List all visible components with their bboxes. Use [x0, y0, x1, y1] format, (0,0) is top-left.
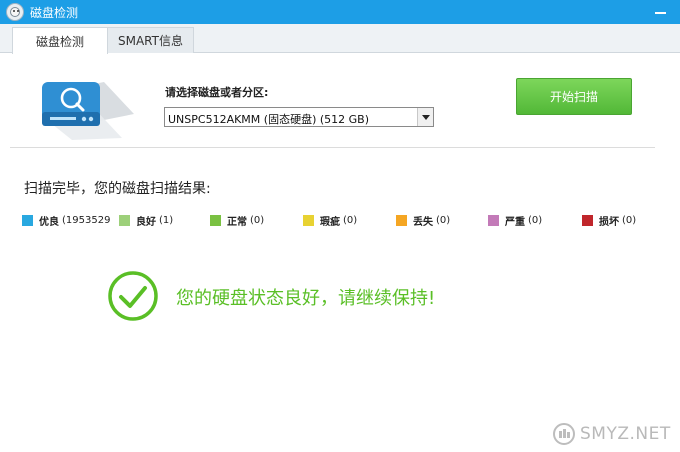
legend-label: 优良: [39, 216, 59, 228]
disk-check-window: 磁盘检测 磁盘检测 SMART信息 请选择磁盘或者分区: UNSPC512AKM…: [0, 0, 680, 452]
legend-count: (0): [250, 214, 265, 226]
legend-swatch: [210, 214, 221, 226]
legend-count: (0): [343, 214, 358, 226]
legend-item-normal: 正常 (0): [210, 213, 265, 228]
legend-swatch: [582, 214, 593, 226]
legend-swatch: [396, 214, 407, 226]
divider: [10, 147, 655, 148]
legend-swatch: [22, 214, 33, 226]
legend-count: (1953529: [62, 214, 111, 226]
legend-count: (0): [622, 214, 637, 226]
legend-count: (1): [159, 214, 174, 226]
window-title: 磁盘检测: [30, 6, 79, 20]
legend-item-missing: 丢失 (0): [396, 213, 451, 228]
legend-item-good: 良好 (1): [119, 213, 174, 228]
legend-label: 良好: [136, 216, 156, 228]
legend-label: 正常: [227, 216, 247, 228]
disk-select-dropdown[interactable]: UNSPC512AKMM (固态硬盘) (512 GB): [164, 107, 434, 127]
minimize-button[interactable]: [652, 2, 670, 20]
start-scan-button[interactable]: 开始扫描: [516, 78, 632, 115]
legend-count: (0): [528, 214, 543, 226]
legend-item-damaged: 损坏 (0): [582, 213, 637, 228]
legend-item-flaw: 瑕疵 (0): [303, 213, 358, 228]
legend-item-excellent: 优良 (1953529: [22, 213, 111, 228]
legend-item-severe: 严重 (0): [488, 213, 543, 228]
smyz-logo-icon: [553, 423, 575, 445]
tab-smart-info[interactable]: SMART信息: [108, 27, 194, 53]
status-message: 您的硬盘状态良好，请继续保持!: [176, 288, 436, 309]
checkmark-circle-icon: [108, 271, 158, 321]
watermark-text: SMYZ.NET: [580, 424, 671, 444]
disk-select-label: 请选择磁盘或者分区:: [165, 86, 269, 99]
tab-bar: 磁盘检测 SMART信息: [0, 24, 680, 54]
watermark: SMYZ.NET: [552, 420, 671, 448]
tab-disk-check[interactable]: 磁盘检测: [12, 27, 108, 54]
disk-select-value: UNSPC512AKMM (固态硬盘) (512 GB): [168, 113, 370, 126]
legend-count: (0): [436, 214, 451, 226]
app-icon: [6, 3, 24, 21]
legend-swatch: [488, 214, 499, 226]
legend-label: 损坏: [599, 216, 619, 228]
legend-label: 丢失: [413, 216, 433, 228]
legend-label: 严重: [505, 216, 525, 228]
result-heading: 扫描完毕，您的磁盘扫描结果:: [24, 181, 211, 197]
chevron-down-icon[interactable]: [417, 108, 433, 126]
legend-swatch: [119, 214, 130, 226]
title-bar: 磁盘检测: [0, 0, 680, 24]
legend-swatch: [303, 214, 314, 226]
legend-label: 瑕疵: [320, 216, 340, 228]
hard-disk-icon: [42, 82, 134, 140]
